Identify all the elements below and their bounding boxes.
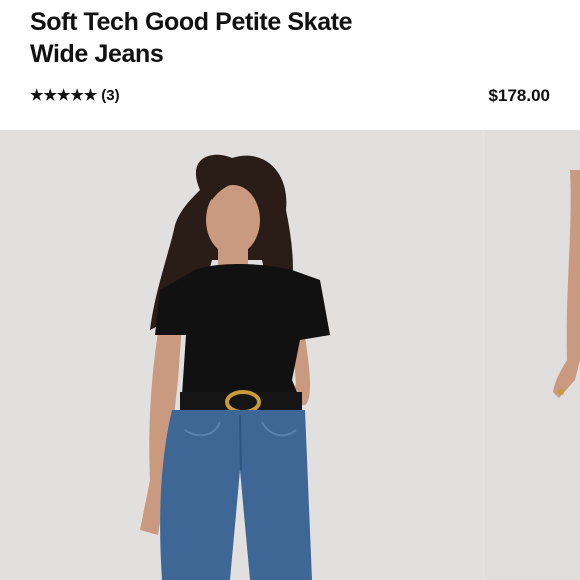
next-photo-icon [485,130,580,580]
rating-summary[interactable]: ★★★★★ (3) [30,86,120,105]
product-image-main[interactable] [0,130,482,580]
product-title: Soft Tech Good Petite Skate Wide Jeans [30,6,530,70]
product-title-line-1: Soft Tech Good Petite Skate [30,8,353,36]
product-price: $178.00 [488,86,550,105]
model-photo-icon [0,130,482,580]
product-image-next[interactable] [485,130,580,580]
star-rating-icon: ★★★★★ [30,87,98,104]
product-image-gallery[interactable] [0,130,580,580]
product-title-line-2: Wide Jeans [30,40,164,68]
review-count[interactable]: (3) [101,87,119,104]
